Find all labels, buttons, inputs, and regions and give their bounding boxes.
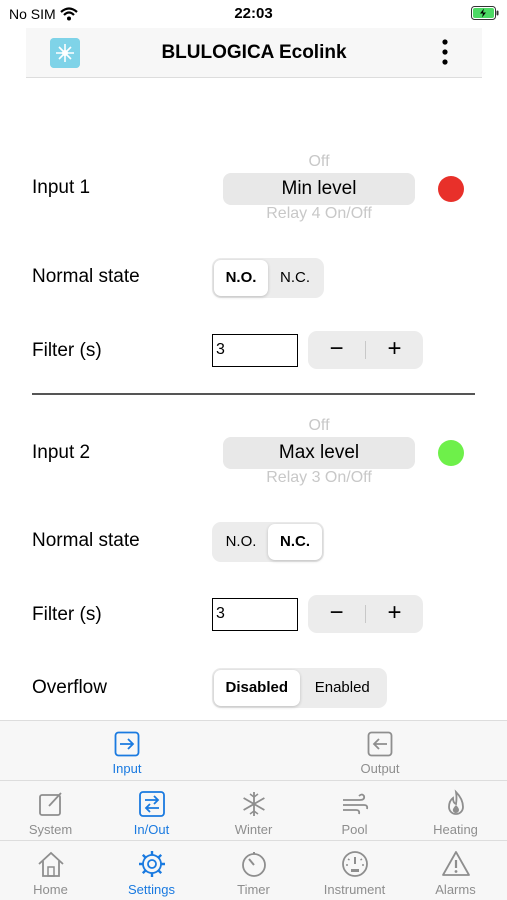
input2-picker-selected[interactable]: Max level — [223, 437, 415, 469]
input1-filter-stepper: − + — [308, 331, 423, 369]
input1-increment-button[interactable]: + — [366, 331, 423, 369]
status-bar: No SIM 22:03 — [0, 0, 507, 26]
input1-picker-selected[interactable]: Min level — [223, 173, 415, 205]
input2-nc-option[interactable]: N.C. — [268, 524, 322, 560]
main-tab-bar: Home Settings Timer Instrument Alarms — [0, 840, 507, 900]
battery-charging-icon — [471, 6, 499, 20]
input1-label: Input 1 — [32, 177, 91, 198]
input2-label: Input 2 — [32, 442, 91, 463]
tab-pool-label: Pool — [341, 822, 368, 837]
tab-settings-label: Settings — [128, 882, 175, 897]
page-title: BLULOGICA Ecolink — [161, 42, 347, 63]
tab-timer-label: Timer — [237, 882, 270, 897]
input1-picker-below: Relay 4 On/Off — [266, 205, 372, 222]
tab-system[interactable]: System — [0, 781, 101, 841]
tab-instrument[interactable]: Instrument — [304, 841, 405, 900]
tab-instrument-label: Instrument — [323, 882, 386, 897]
subtab-output[interactable]: Output — [280, 721, 480, 781]
wind-icon — [342, 793, 368, 815]
arrows-swap-icon — [138, 791, 165, 817]
tab-timer[interactable]: Timer — [203, 841, 304, 900]
input1-status-indicator — [438, 176, 464, 202]
gear-icon — [138, 851, 165, 877]
tab-settings[interactable]: Settings — [101, 841, 202, 900]
more-menu-icon[interactable] — [442, 38, 448, 66]
input2-filter-stepper: − + — [308, 595, 423, 633]
input1-filter-label: Filter (s) — [32, 340, 102, 361]
tab-winter-label: Winter — [234, 822, 273, 837]
tab-in-out-label: In/Out — [133, 822, 170, 837]
input1-nc-option[interactable]: N.C. — [268, 260, 322, 296]
input2-function-picker[interactable]: Off Max level Relay 3 On/Off — [223, 417, 415, 487]
overflow-enabled-option[interactable]: Enabled — [300, 670, 386, 706]
tab-home-label: Home — [33, 882, 68, 897]
arrow-right-box-icon — [114, 731, 140, 757]
subtab-input-label: Input — [112, 761, 142, 776]
pencil-square-icon — [38, 792, 62, 816]
input2-status-indicator — [438, 440, 464, 466]
input1-normal-state-segment[interactable]: N.O. N.C. — [212, 258, 324, 298]
input2-picker-above: Off — [308, 417, 330, 434]
timer-icon — [241, 852, 266, 877]
tab-alarms[interactable]: Alarms — [405, 841, 506, 900]
house-icon — [37, 851, 64, 877]
input2-filter-label: Filter (s) — [32, 604, 102, 625]
input2-filter-field[interactable]: 3 — [212, 598, 298, 631]
gauge-icon — [341, 851, 368, 877]
tab-winter[interactable]: Winter — [203, 781, 304, 841]
tab-heating[interactable]: Heating — [405, 781, 506, 841]
tab-pool[interactable]: Pool — [304, 781, 405, 841]
tab-system-label: System — [28, 822, 73, 837]
section-tab-bar: System In/Out Winter Pool Heating — [0, 780, 507, 840]
input1-function-picker[interactable]: Off Min level Relay 4 On/Off — [223, 153, 415, 223]
io-subtab-bar: Input Output — [0, 720, 507, 780]
input1-filter-field[interactable]: 3 — [212, 334, 298, 367]
input1-decrement-button[interactable]: − — [308, 331, 365, 369]
arrow-left-box-icon — [367, 731, 393, 757]
snowflake-icon — [242, 792, 265, 816]
input2-no-option[interactable]: N.O. — [214, 524, 268, 560]
section-divider — [32, 393, 475, 395]
input2-normal-state-label: Normal state — [32, 530, 140, 551]
input2-picker-below: Relay 3 On/Off — [266, 469, 372, 486]
navigation-bar: BLULOGICA Ecolink — [26, 28, 482, 78]
tab-alarms-label: Alarms — [435, 882, 476, 897]
tab-heating-label: Heating — [433, 822, 478, 837]
warning-icon — [441, 851, 470, 876]
overflow-label: Overflow — [32, 677, 107, 698]
subtab-input[interactable]: Input — [27, 721, 227, 781]
overflow-segment[interactable]: Disabled Enabled — [212, 668, 387, 708]
input2-decrement-button[interactable]: − — [308, 595, 365, 633]
input1-picker-above: Off — [308, 153, 330, 170]
subtab-output-label: Output — [360, 761, 400, 776]
input1-normal-state-label: Normal state — [32, 266, 140, 287]
overflow-disabled-option[interactable]: Disabled — [214, 670, 300, 706]
input2-normal-state-segment[interactable]: N.O. N.C. — [212, 522, 324, 562]
input1-no-option[interactable]: N.O. — [214, 260, 268, 296]
clock: 22:03 — [234, 5, 273, 22]
tab-home[interactable]: Home — [0, 841, 101, 900]
flame-icon — [447, 789, 464, 815]
tab-in-out[interactable]: In/Out — [101, 781, 202, 841]
input2-increment-button[interactable]: + — [366, 595, 423, 633]
